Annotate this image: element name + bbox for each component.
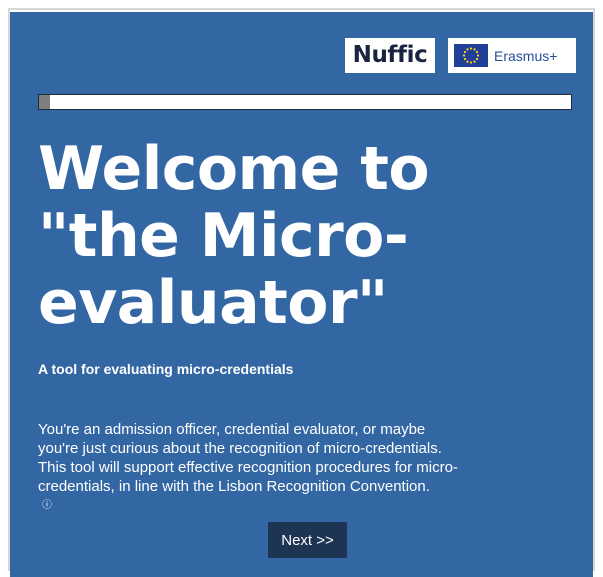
next-button[interactable]: Next >> [268, 522, 347, 558]
info-icon[interactable]: ⓘ [42, 496, 578, 515]
description-line-4-text: credentials, in line with the Lisbon Rec… [38, 478, 430, 495]
erasmus-logo-text: Erasmus+ [494, 47, 558, 64]
progress-bar [38, 94, 572, 110]
intro-description: You're an admission officer, credential … [38, 420, 578, 515]
welcome-panel: Nuffic Erasmus+ Welcome to "the Micro- e… [10, 12, 593, 577]
description-line-4: credentials, in line with the Lisbon Rec… [38, 477, 578, 515]
page-title: Welcome to "the Micro- evaluator" [38, 136, 558, 337]
erasmus-plus-logo: Erasmus+ [448, 38, 576, 73]
page-title-line-2: "the Micro- [38, 201, 409, 271]
nuffic-logo: Nuffic [345, 38, 435, 73]
description-line-1: You're an admission officer, credential … [38, 421, 426, 438]
nuffic-logo-text: Nuffic [352, 42, 428, 68]
page-title-line-1: Welcome to [38, 134, 430, 204]
description-line-2: you're just curious about the recognitio… [38, 440, 442, 457]
page-subtitle: A tool for evaluating micro-credentials [38, 361, 294, 377]
description-line-3: This tool will support effective recogni… [38, 459, 458, 476]
progress-bar-fill [39, 95, 50, 109]
eu-flag-icon [454, 44, 488, 67]
page-title-line-3: evaluator" [38, 268, 388, 338]
